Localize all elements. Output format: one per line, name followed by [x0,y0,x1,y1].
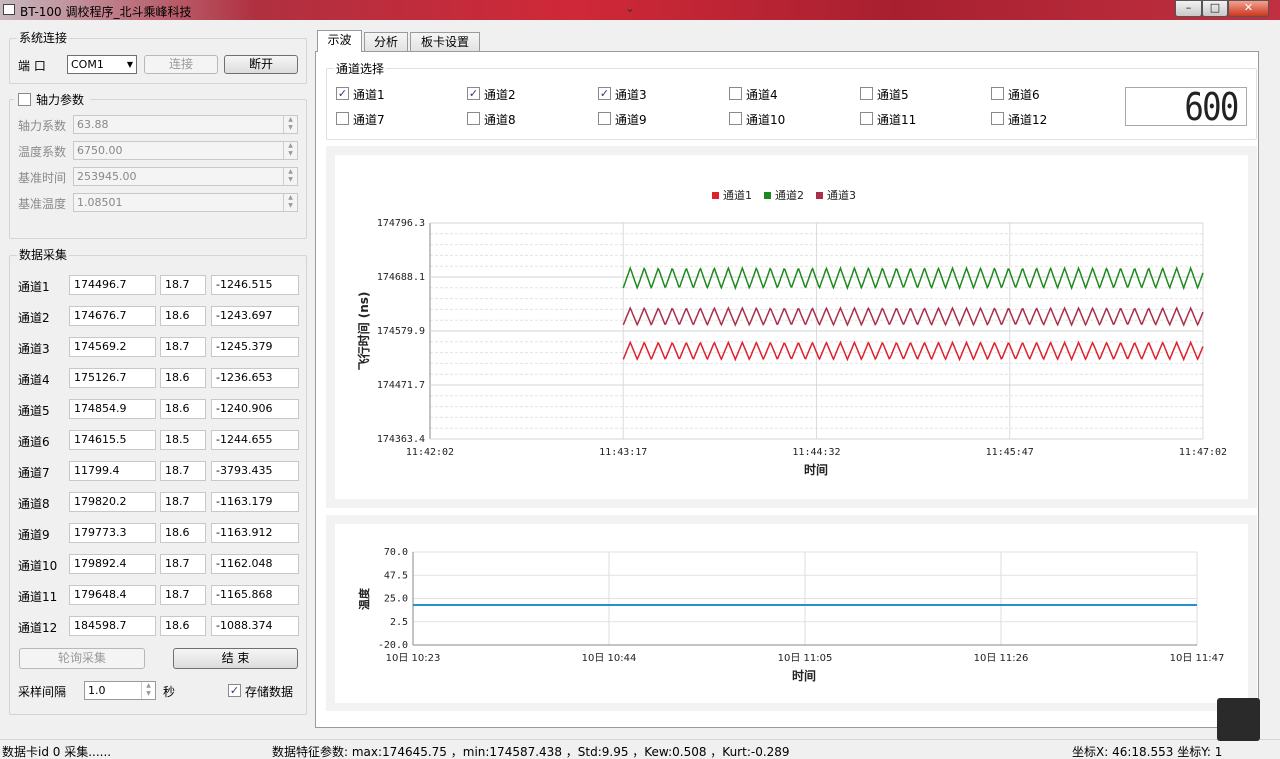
x-tick-label: 11:45:47 [986,447,1034,458]
legend-label: 通道3 [827,188,856,202]
y-tick-label: 174471.7 [377,380,425,391]
x-tick-label: 11:42:02 [406,447,454,458]
legend-label: 通道1 [723,188,752,202]
x-tick-label: 11:43:17 [599,447,647,458]
series-line [622,340,1204,362]
legend-label: 通道2 [775,188,804,202]
y-tick-label: 2.5 [390,617,408,628]
legend-swatch [816,192,823,199]
legend-swatch [764,192,771,199]
x-tick-label: 10日 11:26 [974,653,1029,664]
x-tick-label: 11:44:32 [792,447,840,458]
y-tick-label: 174363.4 [377,434,425,445]
y-tick-label: 174796.3 [377,218,425,229]
x-tick-label: 10日 10:23 [386,653,441,664]
y-axis-title: 飞行时间 (ns) [356,292,371,371]
x-tick-label: 10日 11:05 [778,653,833,664]
y-tick-label: 174579.9 [377,326,425,337]
status-coordinates: 坐标X: 46:18.553 坐标Y: 1 [1072,745,1223,759]
tof-chart: 11:42:02 11:43:17 11:44:32 11:45:47 11:47:02… [356,188,1227,683]
y-tick-label: 25.0 [384,594,408,605]
legend-swatch [712,192,719,199]
x-axis-title: 时间 [792,668,816,683]
x-tick-label: 11:47:02 [1179,447,1227,458]
y-tick-label: 174688.1 [377,272,425,283]
y-tick-label: 47.5 [384,570,408,581]
floating-tool-button[interactable] [1217,698,1260,741]
status-statistics: 数据特征参数: max:174645.75 ，min:174587.438 ，S… [272,745,790,759]
window-scrollbar[interactable] [1262,20,1280,739]
status-acquisition: 数据卡id 0 采集...... [2,745,112,759]
series-line [622,306,1204,327]
x-tick-label: 10日 11:47 [1170,653,1225,664]
x-tick-label: 10日 10:44 [582,653,637,664]
y-tick-label: 70.0 [384,547,408,558]
y-tick-label: -20.0 [378,640,408,651]
x-axis-title: 时间 [804,462,828,477]
series-line [622,266,1204,291]
status-bar: 数据卡id 0 采集...... 数据特征参数: max:174645.75 ，… [0,739,1280,759]
y-axis-title: 温度 [357,587,371,610]
